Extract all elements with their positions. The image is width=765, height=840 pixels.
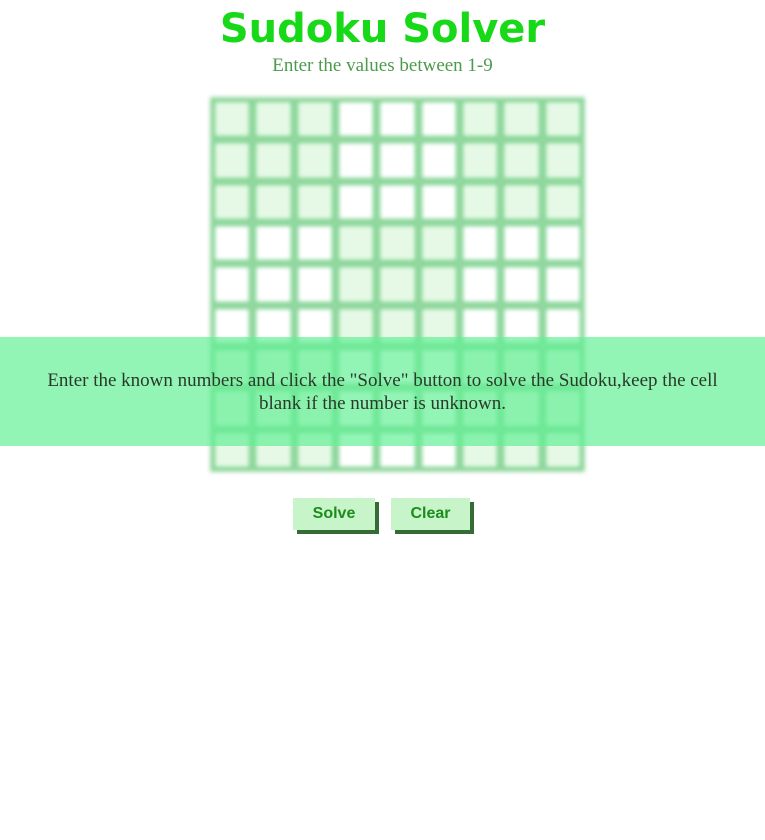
instructions-overlay: Enter the known numbers and click the "S… bbox=[0, 337, 765, 446]
sudoku-cell-r3c3[interactable] bbox=[295, 182, 334, 221]
sudoku-cell-r3c4[interactable] bbox=[336, 182, 376, 221]
sudoku-cell-r1c1[interactable] bbox=[213, 100, 252, 139]
sudoku-cell-r2c5[interactable] bbox=[378, 141, 417, 180]
sudoku-cell-r4c2[interactable] bbox=[254, 223, 293, 263]
sudoku-cell-r1c9[interactable] bbox=[543, 100, 582, 139]
sudoku-cell-r3c9[interactable] bbox=[543, 182, 582, 221]
sudoku-cell-r4c7[interactable] bbox=[460, 223, 500, 263]
page-subtitle: Enter the values between 1-9 bbox=[272, 55, 493, 76]
sudoku-cell-r2c4[interactable] bbox=[336, 141, 376, 180]
sudoku-cell-r1c3[interactable] bbox=[295, 100, 334, 139]
sudoku-cell-r5c7[interactable] bbox=[460, 265, 500, 304]
instructions-text: Enter the known numbers and click the "S… bbox=[47, 369, 718, 414]
solve-button[interactable]: Solve bbox=[293, 498, 375, 530]
sudoku-cell-r5c6[interactable] bbox=[419, 265, 458, 304]
page-title: Sudoku Solver bbox=[219, 6, 546, 52]
sudoku-cell-r4c6[interactable] bbox=[419, 223, 458, 263]
sudoku-cell-r1c4[interactable] bbox=[336, 100, 376, 139]
sudoku-cell-r2c7[interactable] bbox=[460, 141, 500, 180]
sudoku-cell-r5c2[interactable] bbox=[254, 265, 293, 304]
sudoku-cell-r2c3[interactable] bbox=[295, 141, 334, 180]
sudoku-cell-r5c4[interactable] bbox=[336, 265, 376, 304]
sudoku-cell-r5c3[interactable] bbox=[295, 265, 334, 304]
sudoku-cell-r5c1[interactable] bbox=[213, 265, 252, 304]
sudoku-cell-r3c8[interactable] bbox=[502, 182, 541, 221]
sudoku-cell-r4c3[interactable] bbox=[295, 223, 334, 263]
sudoku-cell-r1c8[interactable] bbox=[502, 100, 541, 139]
sudoku-cell-r3c2[interactable] bbox=[254, 182, 293, 221]
sudoku-cell-r1c2[interactable] bbox=[254, 100, 293, 139]
sudoku-cell-r2c2[interactable] bbox=[254, 141, 293, 180]
sudoku-cell-r4c4[interactable] bbox=[336, 223, 376, 263]
sudoku-cell-r4c9[interactable] bbox=[543, 223, 582, 263]
sudoku-cell-r2c8[interactable] bbox=[502, 141, 541, 180]
sudoku-cell-r4c8[interactable] bbox=[502, 223, 541, 263]
sudoku-cell-r3c6[interactable] bbox=[419, 182, 458, 221]
clear-button[interactable]: Clear bbox=[391, 498, 470, 530]
button-row: Solve Clear bbox=[0, 498, 765, 530]
sudoku-cell-r1c5[interactable] bbox=[378, 100, 417, 139]
sudoku-cell-r2c9[interactable] bbox=[543, 141, 582, 180]
sudoku-cell-r4c5[interactable] bbox=[378, 223, 417, 263]
page: Sudoku Solver Enter the values between 1… bbox=[0, 0, 765, 840]
sudoku-cell-r4c1[interactable] bbox=[213, 223, 252, 263]
sudoku-cell-r3c5[interactable] bbox=[378, 182, 417, 221]
sudoku-cell-r2c6[interactable] bbox=[419, 141, 458, 180]
sudoku-cell-r1c6[interactable] bbox=[419, 100, 458, 139]
sudoku-cell-r3c1[interactable] bbox=[213, 182, 252, 221]
sudoku-cell-r1c7[interactable] bbox=[460, 100, 500, 139]
sudoku-cell-r2c1[interactable] bbox=[213, 141, 252, 180]
sudoku-cell-r5c5[interactable] bbox=[378, 265, 417, 304]
sudoku-cell-r5c8[interactable] bbox=[502, 265, 541, 304]
sudoku-cell-r3c7[interactable] bbox=[460, 182, 500, 221]
sudoku-cell-r5c9[interactable] bbox=[543, 265, 582, 304]
